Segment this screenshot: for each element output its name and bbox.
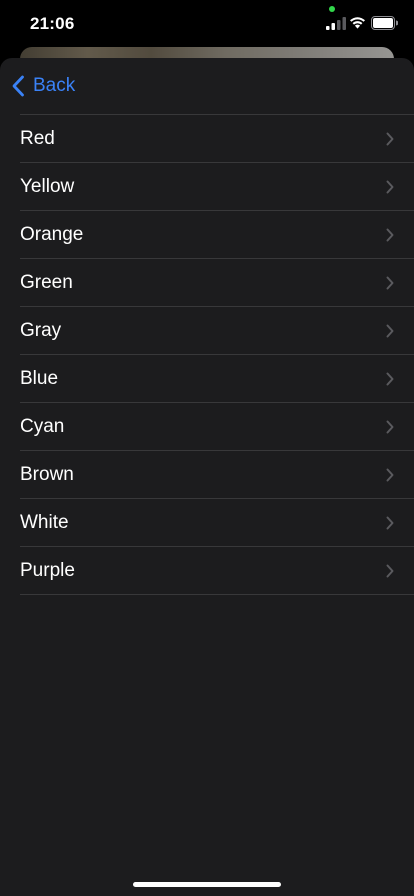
color-picker-sheet: Back Red Yellow Orange Green Gray Blue C… bbox=[0, 58, 414, 896]
list-item-label: Yellow bbox=[20, 175, 75, 197]
chevron-right-icon bbox=[386, 324, 394, 338]
battery-icon bbox=[371, 16, 398, 30]
list-item-purple[interactable]: Purple bbox=[20, 546, 414, 595]
chevron-right-icon bbox=[386, 180, 394, 194]
back-label: Back bbox=[33, 75, 76, 96]
list-item-label: Green bbox=[20, 271, 73, 293]
list-item-label: Gray bbox=[20, 319, 62, 341]
list-item-yellow[interactable]: Yellow bbox=[20, 162, 414, 210]
list-item-blue[interactable]: Blue bbox=[20, 354, 414, 402]
list-item-red[interactable]: Red bbox=[20, 114, 414, 162]
chevron-right-icon bbox=[386, 564, 394, 578]
back-button[interactable]: Back bbox=[11, 72, 75, 100]
chevron-right-icon bbox=[386, 516, 394, 530]
list-item-white[interactable]: White bbox=[20, 498, 414, 546]
chevron-right-icon bbox=[386, 132, 394, 146]
list-item-label: Brown bbox=[20, 463, 74, 485]
screen: 21:06 Back Red Yellow Orange Green Gray … bbox=[0, 0, 414, 896]
navigation-bar: Back bbox=[0, 58, 414, 114]
list-item-green[interactable]: Green bbox=[20, 258, 414, 306]
list-item-orange[interactable]: Orange bbox=[20, 210, 414, 258]
color-list: Red Yellow Orange Green Gray Blue Cyan B… bbox=[20, 114, 414, 595]
status-time: 21:06 bbox=[30, 14, 75, 33]
chevron-right-icon bbox=[386, 420, 394, 434]
list-item-label: Red bbox=[20, 127, 55, 149]
cellular-signal-icon bbox=[326, 17, 346, 30]
wifi-icon bbox=[350, 17, 365, 29]
list-item-cyan[interactable]: Cyan bbox=[20, 402, 414, 450]
chevron-right-icon bbox=[386, 468, 394, 482]
privacy-indicator-dot bbox=[329, 6, 335, 12]
status-bar: 21:06 bbox=[0, 0, 414, 46]
chevron-right-icon bbox=[386, 372, 394, 386]
list-item-label: Cyan bbox=[20, 415, 65, 437]
chevron-left-icon bbox=[12, 75, 24, 97]
list-item-label: Orange bbox=[20, 223, 84, 245]
home-indicator[interactable] bbox=[133, 882, 281, 887]
list-item-brown[interactable]: Brown bbox=[20, 450, 414, 498]
chevron-right-icon bbox=[386, 276, 394, 290]
list-item-label: Blue bbox=[20, 367, 59, 389]
list-item-gray[interactable]: Gray bbox=[20, 306, 414, 354]
chevron-right-icon bbox=[386, 228, 394, 242]
list-item-label: White bbox=[20, 511, 69, 533]
list-item-label: Purple bbox=[20, 559, 75, 581]
